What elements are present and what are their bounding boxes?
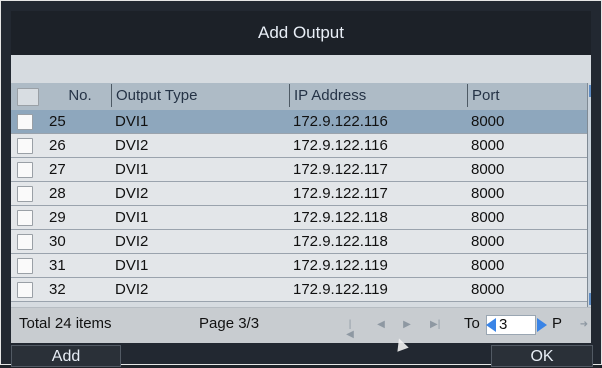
cell-no: 29: [49, 209, 66, 226]
cell-port: 8000: [471, 209, 505, 226]
cell-ip-address: 172.9.122.117: [293, 185, 388, 202]
cell-ip-address: 172.9.122.119: [293, 257, 388, 274]
cell-output-type: DVI1: [115, 161, 149, 178]
table-row[interactable]: 30 DVI2 172.9.122.118 8000: [11, 230, 587, 254]
cell-port: 8000: [471, 257, 505, 274]
row-checkbox[interactable]: [17, 162, 33, 178]
page-number-input[interactable]: 3: [486, 315, 547, 335]
scroll-down-icon[interactable]: [589, 293, 591, 305]
cell-port: 8000: [471, 137, 505, 154]
cell-no: 25: [49, 113, 66, 130]
cell-output-type: DVI1: [115, 209, 149, 226]
cell-ip-address: 172.9.122.119: [293, 281, 388, 298]
table-row[interactable]: 32 DVI2 172.9.122.119 8000: [11, 278, 587, 302]
col-output-type: Output Type: [111, 84, 289, 107]
cell-output-type: DVI2: [115, 137, 149, 154]
cell-port: 8000: [471, 281, 505, 298]
cell-no: 30: [49, 233, 66, 250]
last-page-icon[interactable]: ▶|: [430, 320, 440, 330]
cell-port: 8000: [471, 233, 505, 250]
row-checkbox[interactable]: [17, 210, 33, 226]
cell-no: 32: [49, 281, 66, 298]
table-row[interactable]: 31 DVI1 172.9.122.119 8000: [11, 254, 587, 278]
cell-ip-address: 172.9.122.117: [293, 161, 388, 178]
cell-no: 26: [49, 137, 66, 154]
page-unit: P: [552, 315, 563, 332]
cell-output-type: DVI2: [115, 185, 149, 202]
go-page-icon[interactable]: ➜: [579, 320, 589, 330]
next-page-icon[interactable]: ▶: [402, 320, 412, 330]
cell-output-type: DVI1: [115, 257, 149, 274]
cell-ip-address: 172.9.122.118: [293, 233, 388, 250]
table-row[interactable]: 27 DVI1 172.9.122.117 8000: [11, 158, 587, 182]
table-header: No. Output Type IP Address Port: [11, 83, 587, 111]
row-checkbox[interactable]: [17, 258, 33, 274]
prev-page-icon[interactable]: ◀: [376, 320, 386, 330]
output-table: No. Output Type IP Address Port 25 DVI1 17…: [11, 83, 591, 307]
page-decrement-icon[interactable]: [486, 318, 496, 332]
dialog-title: Add Output: [11, 11, 591, 56]
cell-ip-address: 172.9.122.116: [293, 137, 388, 154]
scroll-up-icon[interactable]: [589, 85, 591, 97]
table-row[interactable]: 28 DVI2 172.9.122.117 8000: [11, 182, 587, 206]
total-items: Total 24 items: [19, 315, 112, 332]
row-checkbox[interactable]: [17, 282, 33, 298]
cell-port: 8000: [471, 113, 505, 130]
cell-ip-address: 172.9.122.116: [293, 113, 388, 130]
cell-port: 8000: [471, 185, 505, 202]
table-row[interactable]: 25 DVI1 172.9.122.116 8000: [11, 110, 587, 134]
vertical-scrollbar[interactable]: [587, 83, 591, 307]
cell-output-type: DVI1: [115, 113, 149, 130]
row-checkbox[interactable]: [17, 114, 33, 130]
col-ip-address: IP Address: [289, 84, 467, 107]
cell-ip-address: 172.9.122.118: [293, 209, 388, 226]
cell-port: 8000: [471, 161, 505, 178]
first-page-icon[interactable]: |◀: [345, 320, 355, 340]
row-checkbox[interactable]: [17, 186, 33, 202]
row-checkbox[interactable]: [17, 234, 33, 250]
page-indicator: Page 3/3: [199, 315, 260, 332]
to-label: To: [464, 315, 480, 332]
toolbar-area: [11, 55, 591, 83]
page-number-value: 3: [499, 316, 508, 333]
col-port: Port: [467, 84, 581, 107]
ok-button[interactable]: OK: [491, 345, 593, 367]
cell-no: 31: [49, 257, 66, 274]
table-row[interactable]: 29 DVI1 172.9.122.118 8000: [11, 206, 587, 230]
col-no: No.: [68, 87, 92, 104]
cell-no: 27: [49, 161, 66, 178]
add-output-dialog: Add Output No. Output Type IP Address Po…: [0, 0, 602, 367]
row-checkbox[interactable]: [17, 138, 33, 154]
pager-bar: Total 24 items Page 3/3 |◀ ◀ ▶ ▶| To 3 P…: [11, 307, 591, 343]
cell-no: 28: [49, 185, 66, 202]
table-row[interactable]: 26 DVI2 172.9.122.116 8000: [11, 134, 587, 158]
cell-output-type: DVI2: [115, 233, 149, 250]
cell-output-type: DVI2: [115, 281, 149, 298]
add-button[interactable]: Add: [11, 345, 121, 367]
select-all-checkbox[interactable]: [17, 88, 39, 106]
page-increment-icon[interactable]: [537, 318, 547, 332]
